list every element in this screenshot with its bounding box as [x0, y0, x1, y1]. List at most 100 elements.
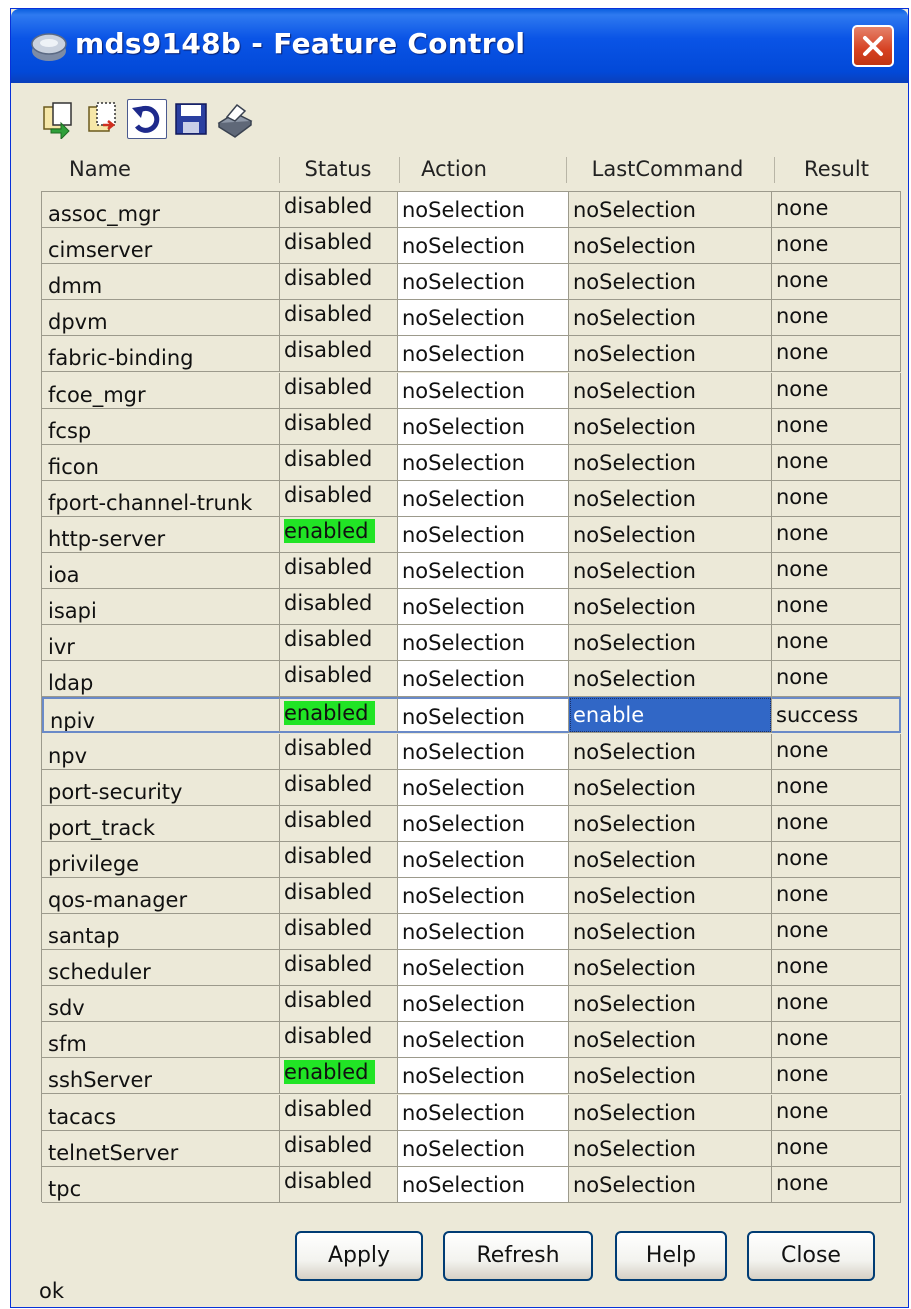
action-dropdown-cell[interactable]: noSelection: [398, 805, 569, 842]
feature-name-cell[interactable]: ldap: [42, 661, 280, 698]
table-row[interactable]: cimserver disabled noSelection noSelection n…: [42, 228, 901, 265]
feature-name-cell[interactable]: dpvm: [42, 300, 280, 337]
action-dropdown-cell[interactable]: noSelection: [398, 877, 569, 914]
action-dropdown-cell[interactable]: noSelection: [398, 697, 569, 734]
action-dropdown-cell[interactable]: noSelection: [398, 1166, 569, 1203]
action-dropdown-cell[interactable]: noSelection: [398, 1130, 569, 1167]
table-row[interactable]: dpvm disabled noSelection noSelection none: [42, 300, 901, 337]
table-row[interactable]: privilege disabled noSelection noSelection n…: [42, 841, 901, 878]
table-row[interactable]: port-security disabled noSelection noSelect…: [42, 769, 901, 806]
action-dropdown-cell[interactable]: noSelection: [398, 553, 569, 589]
table-row[interactable]: qos-manager disabled noSelection noSelectio…: [42, 877, 901, 914]
table-row[interactable]: npv disabled noSelection noSelection none: [42, 733, 901, 770]
action-dropdown-cell[interactable]: noSelection: [398, 589, 569, 626]
table-row[interactable]: http-server enabled noSelection noSelection…: [42, 516, 901, 553]
action-dropdown-cell[interactable]: noSelection: [398, 408, 569, 445]
feature-name-cell[interactable]: fcsp: [42, 408, 280, 445]
feature-name-cell[interactable]: cimserver: [42, 228, 280, 265]
action-dropdown-cell[interactable]: noSelection: [398, 1094, 569, 1131]
column-header-name[interactable]: Name: [39, 149, 139, 189]
action-dropdown-cell[interactable]: noSelection: [398, 1022, 569, 1059]
feature-name-cell[interactable]: sfm: [42, 1022, 280, 1059]
table-row[interactable]: sdv disabled noSelection noSelection none: [42, 986, 901, 1023]
action-dropdown-cell[interactable]: noSelection: [398, 986, 569, 1023]
refresh-toolbar-button[interactable]: [127, 99, 167, 139]
action-dropdown-cell[interactable]: noSelection: [398, 336, 569, 373]
feature-name-cell[interactable]: telnetServer: [42, 1130, 280, 1167]
feature-name-cell[interactable]: dmm: [42, 264, 280, 301]
save-button[interactable]: [171, 99, 211, 139]
column-header-lastcommand[interactable]: LastCommand: [566, 149, 769, 189]
action-dropdown-cell[interactable]: noSelection: [398, 192, 569, 228]
action-dropdown-cell[interactable]: noSelection: [398, 1058, 569, 1095]
table-row[interactable]: port_track disabled noSelection noSelection…: [42, 805, 901, 842]
column-header-action[interactable]: Action: [399, 149, 509, 189]
table-row[interactable]: scheduler disabled noSelection noSelection n…: [42, 950, 901, 987]
feature-name-cell[interactable]: port-security: [42, 769, 280, 806]
feature-name-cell[interactable]: sshServer: [42, 1058, 280, 1095]
feature-name-cell[interactable]: ioa: [42, 553, 280, 589]
table-row[interactable]: ficon disabled noSelection noSelection none: [42, 444, 901, 481]
feature-name-cell[interactable]: ficon: [42, 444, 280, 481]
close-window-button[interactable]: [852, 25, 894, 67]
paste-button[interactable]: [83, 99, 123, 139]
feature-name-cell[interactable]: fport-channel-trunk: [42, 480, 280, 517]
feature-name-cell[interactable]: scheduler: [42, 950, 280, 987]
feature-name-cell[interactable]: http-server: [42, 516, 280, 553]
table-row[interactable]: sfm disabled noSelection noSelection none: [42, 1022, 901, 1059]
action-dropdown-cell[interactable]: noSelection: [398, 300, 569, 337]
feature-name-cell[interactable]: npiv: [42, 697, 280, 734]
table-row[interactable]: tacacs disabled noSelection noSelection none: [42, 1094, 901, 1131]
action-dropdown-cell[interactable]: noSelection: [398, 625, 569, 662]
feature-name-cell[interactable]: tpc: [42, 1166, 280, 1203]
title-bar[interactable]: mds9148b - Feature Control: [11, 9, 908, 83]
column-header-result[interactable]: Result: [774, 149, 899, 189]
feature-name-cell[interactable]: qos-manager: [42, 877, 280, 914]
feature-name-cell[interactable]: privilege: [42, 841, 280, 878]
table-row[interactable]: ivr disabled noSelection noSelection none: [42, 625, 901, 662]
action-dropdown-cell[interactable]: noSelection: [398, 769, 569, 806]
feature-name-cell[interactable]: santap: [42, 914, 280, 950]
table-row[interactable]: dmm disabled noSelection noSelection none: [42, 264, 901, 301]
table-row[interactable]: fport-channel-trunk disabled noSelection no…: [42, 480, 901, 517]
table-row[interactable]: ioa disabled noSelection noSelection none: [42, 553, 901, 589]
action-dropdown-cell[interactable]: noSelection: [398, 372, 569, 409]
column-header-status[interactable]: Status: [279, 149, 397, 189]
action-dropdown-cell[interactable]: noSelection: [398, 841, 569, 878]
feature-name-cell[interactable]: npv: [42, 733, 280, 770]
feature-name-cell[interactable]: fabric-binding: [42, 336, 280, 373]
action-dropdown-cell[interactable]: noSelection: [398, 516, 569, 553]
action-dropdown-cell[interactable]: noSelection: [398, 661, 569, 698]
feature-name-cell[interactable]: ivr: [42, 625, 280, 662]
feature-name-cell[interactable]: sdv: [42, 986, 280, 1023]
table-row[interactable]: santap disabled noSelection noSelection none: [42, 914, 901, 950]
feature-name-cell[interactable]: fcoe_mgr: [42, 372, 280, 409]
feature-name-cell[interactable]: port_track: [42, 805, 280, 842]
help-button[interactable]: Help: [615, 1231, 727, 1281]
refresh-button[interactable]: Refresh: [443, 1231, 593, 1281]
table-row[interactable]: npiv enabled noSelection enable success: [42, 697, 901, 734]
table-row[interactable]: assoc_mgr disabled noSelection noSelection n…: [42, 192, 901, 228]
action-dropdown-cell[interactable]: noSelection: [398, 264, 569, 301]
close-button[interactable]: Close: [747, 1231, 875, 1281]
table-row[interactable]: isapi disabled noSelection noSelection none: [42, 589, 901, 626]
action-dropdown-cell[interactable]: noSelection: [398, 733, 569, 770]
feature-name-cell[interactable]: tacacs: [42, 1094, 280, 1131]
table-row[interactable]: sshServer enabled noSelection noSelection no…: [42, 1058, 901, 1095]
apply-button[interactable]: Apply: [295, 1231, 423, 1281]
action-dropdown-cell[interactable]: noSelection: [398, 228, 569, 265]
table-row[interactable]: ldap disabled noSelection noSelection none: [42, 661, 901, 698]
action-dropdown-cell[interactable]: noSelection: [398, 480, 569, 517]
action-dropdown-cell[interactable]: noSelection: [398, 950, 569, 987]
table-row[interactable]: fcsp disabled noSelection noSelection none: [42, 408, 901, 445]
table-row[interactable]: fcoe_mgr disabled noSelection noSelection no…: [42, 372, 901, 409]
action-dropdown-cell[interactable]: noSelection: [398, 444, 569, 481]
table-row[interactable]: tpc disabled noSelection noSelection none: [42, 1166, 901, 1203]
copy-button[interactable]: [39, 99, 79, 141]
feature-name-cell[interactable]: isapi: [42, 589, 280, 626]
table-row[interactable]: fabric-binding disabled noSelection noSelec…: [42, 336, 901, 373]
table-row[interactable]: telnetServer disabled noSelection noSelecti…: [42, 1130, 901, 1167]
action-dropdown-cell[interactable]: noSelection: [398, 914, 569, 950]
feature-name-cell[interactable]: assoc_mgr: [42, 192, 280, 228]
print-button[interactable]: [215, 99, 255, 139]
